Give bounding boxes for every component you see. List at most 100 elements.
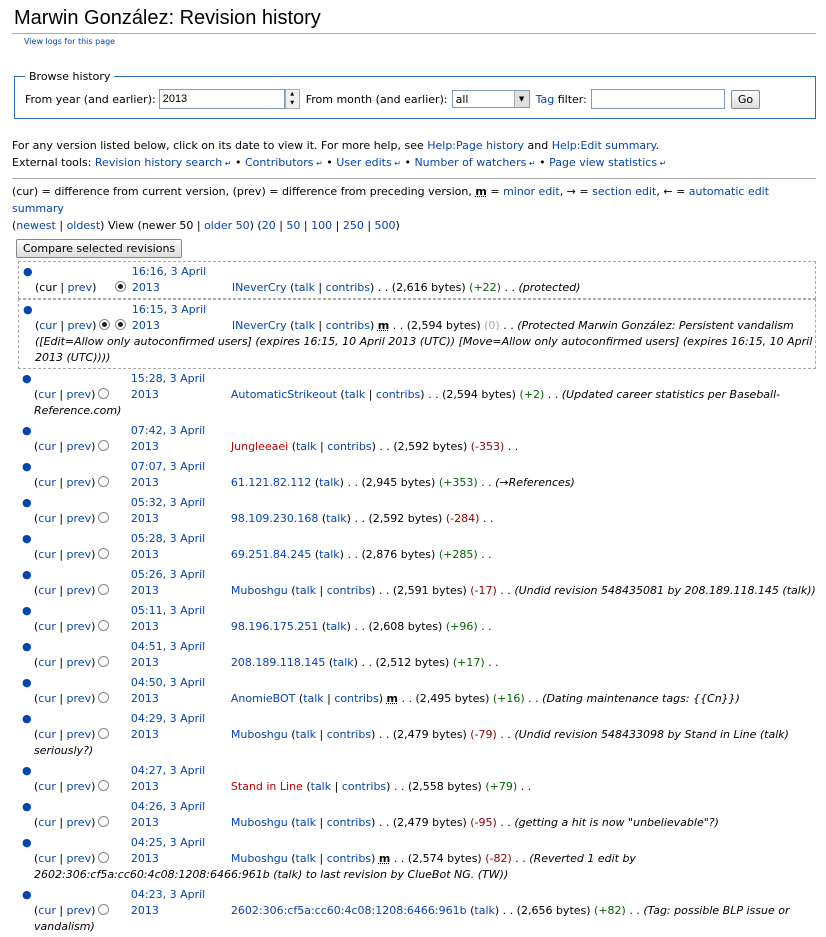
user-link[interactable]: Jungleeaei [231, 440, 288, 453]
month-select[interactable]: all ▼ [451, 90, 530, 108]
prev-link[interactable]: prev [67, 388, 92, 401]
year-input[interactable] [158, 89, 285, 109]
old-revision-radio[interactable] [98, 620, 110, 631]
old-revision-radio[interactable] [98, 780, 110, 791]
prev-link[interactable]: prev [67, 620, 92, 633]
old-revision-radio[interactable] [99, 319, 111, 330]
old-revision-radio[interactable] [98, 728, 110, 739]
limit-250-link[interactable]: 250 [343, 219, 364, 232]
revision-date-link[interactable]: 05:32, 3 April 2013 [131, 495, 231, 527]
user-contribs-link[interactable]: contribs [334, 692, 378, 705]
prev-link[interactable]: prev [67, 584, 92, 597]
cur-link[interactable]: cur [38, 728, 56, 741]
older-50-link[interactable]: older 50 [204, 219, 250, 232]
prev-link[interactable]: prev [67, 692, 92, 705]
tag-link[interactable]: Tag [536, 93, 555, 106]
user-contribs-link[interactable]: contribs [327, 816, 371, 829]
revision-date-link[interactable]: 04:25, 3 April 2013 [131, 835, 231, 867]
old-revision-radio[interactable] [98, 388, 110, 399]
tool-number-of-watchers[interactable]: Number of watchers [414, 156, 535, 169]
user-talk-link[interactable]: talk [303, 692, 323, 705]
prev-link[interactable]: prev [67, 476, 92, 489]
revision-date-link[interactable]: 16:15, 3 April 2013 [132, 302, 232, 334]
newest-link[interactable]: newest [16, 219, 56, 232]
cur-link[interactable]: cur [38, 584, 56, 597]
limit-500-link[interactable]: 500 [375, 219, 396, 232]
user-talk-link[interactable]: talk [296, 728, 316, 741]
chevron-down-icon[interactable]: ▼ [513, 91, 529, 107]
old-revision-radio[interactable] [98, 476, 110, 487]
user-link[interactable]: 208.189.118.145 [231, 656, 325, 669]
compare-selected-revisions-button[interactable]: Compare selected revisions [16, 239, 183, 258]
help-edit-summary-link[interactable]: Help:Edit summary [552, 139, 656, 152]
cur-link[interactable]: cur [38, 548, 56, 561]
tool-page-view-statistics[interactable]: Page view statistics [549, 156, 666, 169]
oldest-link[interactable]: oldest [67, 219, 101, 232]
revision-date-link[interactable]: 05:11, 3 April 2013 [131, 603, 231, 635]
revision-date-link[interactable]: 15:28, 3 April 2013 [131, 371, 231, 403]
cur-link[interactable]: cur [38, 780, 56, 793]
user-link[interactable]: 69.251.84.245 [231, 548, 311, 561]
revision-date-link[interactable]: 05:26, 3 April 2013 [131, 567, 231, 599]
user-link[interactable]: INeverCry [232, 319, 287, 332]
user-link[interactable]: INeverCry [232, 281, 287, 294]
old-revision-radio[interactable] [98, 852, 110, 863]
revision-date-link[interactable]: 07:07, 3 April 2013 [131, 459, 231, 491]
user-link[interactable]: Muboshgu [231, 584, 288, 597]
prev-link[interactable]: prev [67, 852, 92, 865]
user-talk-link[interactable]: talk [296, 816, 316, 829]
user-contribs-link[interactable]: contribs [327, 852, 371, 865]
view-logs-link[interactable]: View logs for this page [24, 37, 115, 46]
limit-50-link[interactable]: 50 [286, 219, 300, 232]
cur-link[interactable]: cur [39, 319, 57, 332]
cur-link[interactable]: cur [38, 852, 56, 865]
limit-20-link[interactable]: 20 [262, 219, 276, 232]
revision-date-link[interactable]: 04:29, 3 April 2013 [131, 711, 231, 743]
user-talk-link[interactable]: talk [296, 852, 316, 865]
cur-link[interactable]: cur [38, 816, 56, 829]
old-revision-radio[interactable] [98, 816, 110, 827]
user-talk-link[interactable]: talk [333, 656, 353, 669]
cur-link[interactable]: cur [38, 512, 56, 525]
user-link[interactable]: Muboshgu [231, 728, 288, 741]
prev-link[interactable]: prev [67, 904, 92, 917]
prev-link[interactable]: prev [67, 728, 92, 741]
old-revision-radio[interactable] [98, 656, 110, 667]
old-revision-radio[interactable] [98, 904, 110, 915]
year-spinner[interactable]: ▲ ▼ [284, 89, 300, 109]
prev-link[interactable]: prev [68, 319, 93, 332]
user-talk-link[interactable]: talk [296, 584, 316, 597]
user-talk-link[interactable]: talk [294, 281, 314, 294]
user-link[interactable]: 98.109.230.168 [231, 512, 318, 525]
user-link[interactable]: Muboshgu [231, 816, 288, 829]
cur-link[interactable]: cur [38, 440, 56, 453]
revision-date-link[interactable]: 16:16, 3 April 2013 [132, 264, 232, 296]
revision-date-link[interactable]: 05:28, 3 April 2013 [131, 531, 231, 563]
new-revision-radio[interactable] [115, 319, 127, 330]
user-talk-link[interactable]: talk [319, 548, 339, 561]
revision-date-link[interactable]: 04:23, 3 April 2013 [131, 887, 231, 919]
user-link[interactable]: 2602:306:cf5a:cc60:4c08:1208:6466:961b [231, 904, 467, 917]
revision-date-link[interactable]: 04:50, 3 April 2013 [131, 675, 231, 707]
cur-link[interactable]: cur [38, 388, 56, 401]
user-link[interactable]: Stand in Line [231, 780, 303, 793]
user-talk-link[interactable]: talk [345, 388, 365, 401]
user-talk-link[interactable]: talk [296, 440, 316, 453]
user-contribs-link[interactable]: contribs [327, 584, 371, 597]
old-revision-radio[interactable] [98, 692, 110, 703]
user-talk-link[interactable]: talk [326, 512, 346, 525]
prev-link[interactable]: prev [68, 281, 93, 294]
cur-link[interactable]: cur [38, 656, 56, 669]
old-revision-radio[interactable] [98, 584, 110, 595]
cur-link[interactable]: cur [38, 476, 56, 489]
prev-link[interactable]: prev [67, 816, 92, 829]
user-talk-link[interactable]: talk [474, 904, 494, 917]
tool-revision-history-search[interactable]: Revision history search [95, 156, 232, 169]
prev-link[interactable]: prev [67, 548, 92, 561]
user-talk-link[interactable]: talk [294, 319, 314, 332]
user-talk-link[interactable]: talk [311, 780, 331, 793]
tag-filter-input[interactable] [590, 89, 725, 109]
prev-link[interactable]: prev [67, 512, 92, 525]
tool-user-edits[interactable]: User edits [336, 156, 401, 169]
go-button[interactable]: Go [730, 89, 761, 109]
